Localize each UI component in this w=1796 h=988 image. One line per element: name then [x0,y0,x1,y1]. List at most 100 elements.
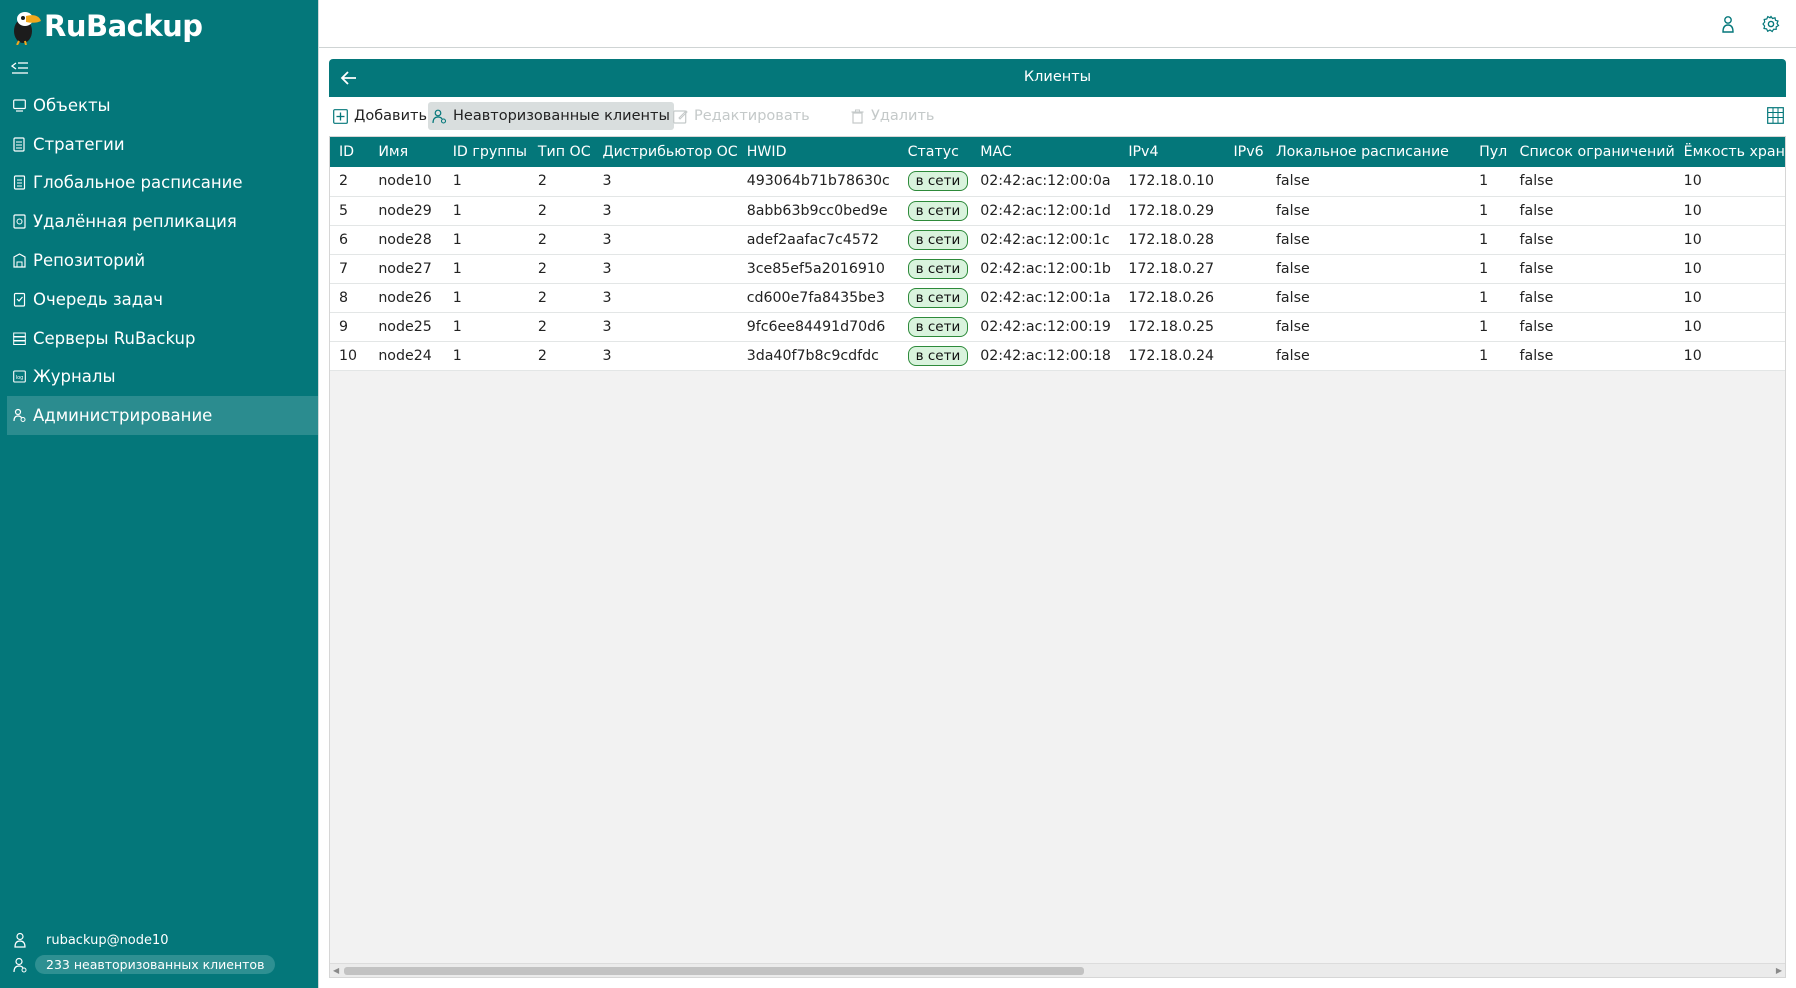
cell-status: в сети [899,225,972,254]
sidebar-item-strategies[interactable]: Стратегии [7,125,318,164]
table-row[interactable]: 9 node25 1 2 3 9fc6ee84491d70d6 в сети 0… [330,312,1785,341]
admin-icon [13,408,26,423]
cell-group-id: 1 [452,347,462,364]
task-queue-icon [13,292,26,307]
column-header-restriction-list[interactable]: Список ограничений [1511,137,1675,167]
sidebar-item-objects[interactable]: Объекты [7,86,318,125]
sidebar-item-label: Репозиторий [33,251,146,271]
column-header-os-type[interactable]: Тип ОС [529,137,594,167]
column-header-group-id[interactable]: ID группы [444,137,529,167]
cell-status: в сети [899,167,972,196]
delete-button[interactable]: Удалить [846,102,938,130]
cell-local-schedule: false [1275,347,1310,364]
cell-id: 10 [339,347,358,364]
sidebar-item-label: Объекты [33,95,111,115]
sidebar-item-remote-replication[interactable]: Удалённая репликация [7,202,318,241]
cell-hwid: 9fc6ee84491d70d6 [746,318,886,335]
cell-restriction-list: false [1519,173,1554,190]
cell-os-distributor: 3 [602,173,612,190]
log-icon: log [13,369,26,384]
cell-ipv4: 172.18.0.26 [1128,289,1215,306]
user-profile-icon[interactable] [1719,15,1737,33]
gear-icon[interactable] [1762,15,1780,33]
clients-table-container: ID Имя ID группы Тип ОС Дистрибьютор ОС … [329,136,1786,978]
status-badge: в сети [907,229,969,250]
collapse-sidebar-icon[interactable] [10,60,29,74]
scroll-left-arrow-icon[interactable]: ◀ [333,966,339,975]
cell-restriction-list: false [1519,202,1554,219]
cell-name: node26 [378,289,432,306]
cell-storage-capacity: 10 [1683,289,1702,306]
cell-restriction-list: false [1519,318,1554,335]
table-row[interactable]: 7 node27 1 2 3 3ce85ef5a2016910 в сети 0… [330,254,1785,283]
table-settings-icon[interactable] [1767,107,1784,124]
column-header-status[interactable]: Статус [899,137,972,167]
column-header-hwid[interactable]: HWID [738,137,899,167]
page-header: Клиенты [329,59,1786,97]
unauthorized-clients-badge[interactable]: 233 неавторизованных клиентов [35,955,276,974]
sidebar-item-repository[interactable]: Репозиторий [7,241,318,280]
cell-ipv6 [1224,312,1266,341]
cell-hwid: 8abb63b9cc0bed9e [746,202,888,219]
cell-mac: 02:42:ac:12:00:1c [980,231,1110,248]
cell-os-type: 2 [537,347,547,364]
add-button[interactable]: Добавить [329,102,431,130]
column-header-local-schedule[interactable]: Локальное расписание [1267,137,1470,167]
column-header-ipv6[interactable]: IPv6 [1224,137,1266,167]
column-header-pool[interactable]: Пул [1470,137,1510,167]
cell-ipv4: 172.18.0.28 [1128,231,1215,248]
clients-table: ID Имя ID группы Тип ОС Дистрибьютор ОС … [330,137,1785,371]
sidebar-item-rubackup-servers[interactable]: Серверы RuBackup [7,319,318,358]
column-header-name[interactable]: Имя [369,137,443,167]
table-header-row: ID Имя ID группы Тип ОС Дистрибьютор ОС … [330,137,1785,167]
cell-hwid: cd600e7fa8435be3 [746,289,885,306]
cell-status: в сети [899,312,972,341]
unauthorized-clients-indicator[interactable]: 233 неавторизованных клиентов [13,955,276,974]
cell-id: 7 [339,260,349,277]
cell-storage-capacity: 10 [1683,347,1702,364]
sidebar-item-label: Стратегии [33,134,125,154]
table-row[interactable]: 5 node29 1 2 3 8abb63b9cc0bed9e в сети 0… [330,196,1785,225]
cell-name: node27 [378,260,432,277]
cell-os-type: 2 [537,231,547,248]
sidebar-item-logs[interactable]: log Журналы [7,358,318,397]
column-header-storage-capacity[interactable]: Ёмкость хран [1675,137,1785,167]
sidebar-item-administration[interactable]: Администрирование [7,396,318,436]
cell-group-id: 1 [452,260,462,277]
current-user[interactable]: rubackup@node10 [13,932,169,948]
scroll-right-arrow-icon[interactable]: ▶ [1776,966,1782,975]
cell-group-id: 1 [452,173,462,190]
status-badge: в сети [907,200,969,221]
schedule-icon [13,175,26,191]
cell-os-type: 2 [537,318,547,335]
cell-local-schedule: false [1275,318,1310,335]
cell-ipv4: 172.18.0.10 [1128,173,1215,190]
column-header-ipv4[interactable]: IPv4 [1119,137,1224,167]
edit-button-label: Редактировать [694,108,810,124]
cell-name: node29 [378,202,432,219]
cell-pool: 1 [1479,289,1489,306]
scrollbar-thumb[interactable] [344,967,1084,975]
horizontal-scrollbar[interactable]: ◀ ▶ [330,963,1785,977]
table-row[interactable]: 8 node26 1 2 3 cd600e7fa8435be3 в сети 0… [330,283,1785,312]
column-header-mac[interactable]: MAC [971,137,1119,167]
cell-restriction-list: false [1519,347,1554,364]
edit-button[interactable]: Редактировать [669,102,814,130]
cell-name: node25 [378,318,432,335]
cell-restriction-list: false [1519,260,1554,277]
page-title: Клиенты [1023,69,1092,85]
table-row[interactable]: 6 node28 1 2 3 adef2aafac7c4572 в сети 0… [330,225,1785,254]
unauthorized-clients-button[interactable]: Неавторизованные клиенты [428,102,674,130]
sidebar-item-task-queue[interactable]: Очередь задач [7,280,318,319]
svg-text:log: log [16,375,24,381]
cell-group-id: 1 [452,289,462,306]
table-row[interactable]: 10 node24 1 2 3 3da40f7b8c9cdfdc в сети … [330,341,1785,370]
logo[interactable]: RuBackup [8,6,203,46]
cell-mac: 02:42:ac:12:00:19 [980,318,1111,335]
sidebar-item-global-schedule[interactable]: Глобальное расписание [7,164,318,203]
column-header-id[interactable]: ID [330,137,369,167]
table-row[interactable]: 2 node10 1 2 3 493064b71b78630c в сети 0… [330,167,1785,196]
column-header-os-distributor[interactable]: Дистрибьютор ОС [594,137,738,167]
sidebar-item-label: Глобальное расписание [33,173,243,193]
trash-icon [851,109,864,124]
